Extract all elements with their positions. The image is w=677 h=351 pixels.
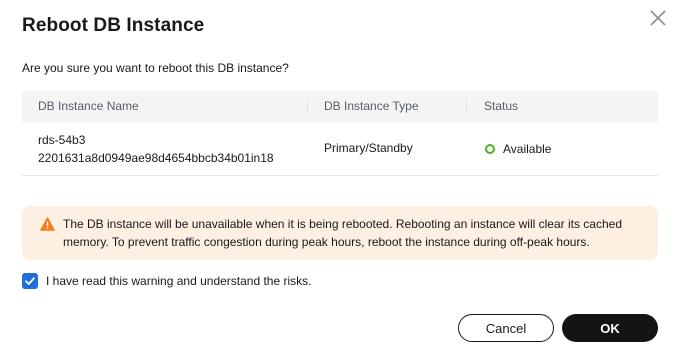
reboot-dialog: Reboot DB Instance Are you sure you want… [0, 0, 677, 351]
acknowledge-checkbox[interactable] [22, 273, 38, 289]
instance-type: Primary/Standby [324, 141, 413, 155]
acknowledge-row[interactable]: I have read this warning and understand … [22, 273, 312, 289]
warning-banner: The DB instance will be unavailable when… [22, 206, 658, 260]
instance-id: 2201631a8d0949ae98d4654bbcb34b01in18 [38, 151, 274, 165]
header-instance-name: DB Instance Name [38, 99, 139, 113]
instance-name: rds-54b3 [38, 133, 86, 147]
checkmark-icon [25, 277, 35, 285]
status-available-icon [485, 144, 495, 154]
table-header: DB Instance Name DB Instance Type Status [22, 91, 658, 122]
header-instance-type: DB Instance Type [324, 99, 419, 113]
dialog-title: Reboot DB Instance [22, 15, 205, 36]
confirm-question: Are you sure you want to reboot this DB … [22, 61, 289, 75]
warning-text: The DB instance will be unavailable when… [63, 217, 622, 249]
header-divider [307, 99, 308, 114]
acknowledge-label: I have read this warning and understand … [46, 274, 312, 288]
instance-name-cell: rds-54b3 2201631a8d0949ae98d4654bbcb34b0… [38, 131, 274, 167]
status-text: Available [503, 142, 552, 156]
instance-table: DB Instance Name DB Instance Type Status… [22, 91, 658, 176]
table-row: rds-54b3 2201631a8d0949ae98d4654bbcb34b0… [22, 122, 658, 176]
header-status: Status [484, 99, 519, 113]
close-icon[interactable] [649, 9, 667, 27]
status-cell: Available [485, 142, 551, 156]
header-divider [466, 99, 467, 114]
cancel-button[interactable]: Cancel [458, 314, 554, 342]
ok-button[interactable]: OK [562, 314, 658, 342]
warning-icon [40, 217, 55, 231]
